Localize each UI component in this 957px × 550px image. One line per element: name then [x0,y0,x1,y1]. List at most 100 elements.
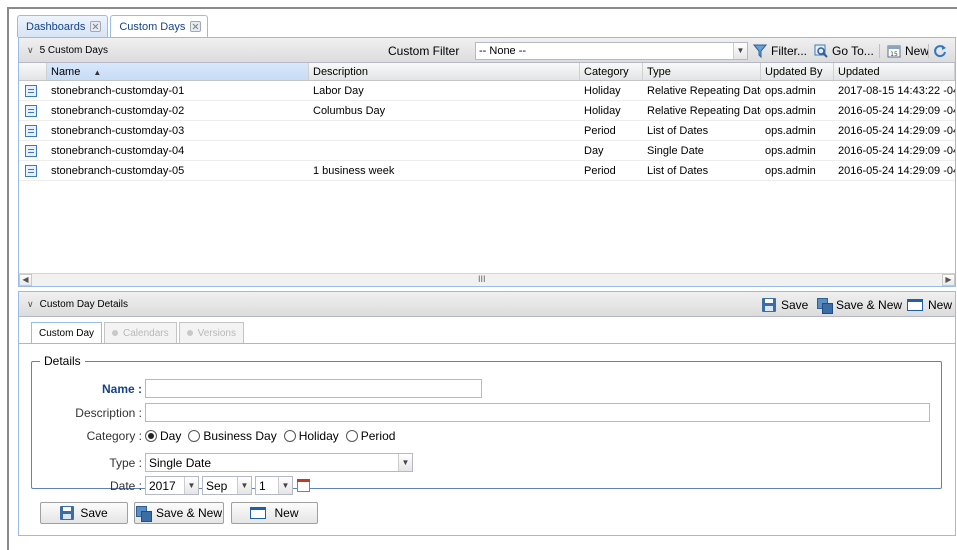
category-radio-day[interactable]: Day [145,429,181,443]
header-save-and-new-button[interactable]: Save & New [817,296,902,314]
table-row[interactable]: stonebranch-customday-05 1 business week… [19,161,955,181]
year-select[interactable]: 2017 ▼ [145,476,199,495]
description-row: Description : [32,403,930,422]
new-window-icon [907,299,923,311]
fieldset-legend: Details [44,354,81,368]
cell-name: stonebranch-customday-02 [51,104,185,117]
chevron-down-icon[interactable]: ▼ [733,43,747,59]
day-select[interactable]: 1 ▼ [255,476,293,495]
column-header-type[interactable]: Type [643,63,761,80]
goto-label: Go To... [832,44,874,58]
cell-category: Day [584,144,604,157]
table-row[interactable]: stonebranch-customday-01 Labor Day Holid… [19,81,955,101]
chevron-down-icon[interactable]: ▼ [237,477,251,494]
cell-updated: 2016-05-24 14:29:09 -0400 [838,144,955,157]
save-icon [60,506,75,520]
goto-button[interactable]: Go To... [814,42,874,60]
scroll-right-icon[interactable]: ▶ [942,274,955,286]
header-save-button[interactable]: Save [762,296,808,314]
column-header-category[interactable]: Category [580,63,643,80]
footer-save-and-new-button[interactable]: Save & New [134,502,224,524]
grid-title: 5 Custom Days [39,44,108,56]
chevron-down-icon[interactable]: ▼ [278,477,292,494]
refresh-button[interactable] [933,42,951,60]
name-row: Name : [32,379,482,398]
close-icon[interactable] [90,21,102,32]
details-title: Custom Day Details [39,298,128,310]
cell-name: stonebranch-customday-05 [51,164,185,177]
table-row[interactable]: stonebranch-customday-04 Day Single Date… [19,141,955,161]
chevron-down-icon[interactable]: ▼ [398,454,412,471]
record-icon [25,144,37,157]
custom-filter-select[interactable]: -- None -- ▼ [475,42,748,60]
cell-type: List of Dates [647,164,709,177]
details-panel-header: ∨ Custom Day Details Save Save & New New [19,292,955,317]
radio-icon [283,430,296,442]
scroll-left-icon[interactable]: ◀ [19,274,32,286]
category-radio-holiday[interactable]: Holiday [283,429,339,443]
table-row[interactable]: stonebranch-customday-03 Period List of … [19,121,955,141]
cell-category: Period [584,164,616,177]
cell-updated: 2016-05-24 14:29:09 -0400 [838,104,955,117]
collapse-chevron-icon[interactable]: ∨ [27,45,34,56]
tab-custom-days[interactable]: Custom Days [110,15,209,38]
record-icon [25,84,37,97]
custom-filter-value: -- None -- [479,45,527,57]
cell-updated: 2017-08-15 14:43:22 -0400 [838,84,955,97]
tab-calendars[interactable]: Calendars [104,322,177,343]
cell-name: stonebranch-customday-04 [51,144,185,157]
month-select[interactable]: Sep ▼ [202,476,252,495]
collapse-chevron-icon[interactable]: ∨ [27,299,34,310]
description-field[interactable] [145,403,930,422]
horizontal-scrollbar[interactable]: ◀ III ▶ [19,273,955,286]
column-header-description[interactable]: Description [309,63,580,80]
record-icon [25,104,37,117]
close-icon[interactable] [190,21,202,32]
type-row: Type : Single Date ▼ [32,453,413,472]
name-field[interactable] [145,379,482,398]
cell-type: Relative Repeating Date [647,104,761,117]
details-fieldset: Details Name : Description : Category : … [31,354,942,495]
tab-dashboards[interactable]: Dashboards [17,15,109,37]
magnifier-icon [814,44,828,58]
header-new-button[interactable]: New [907,296,952,314]
toolbar-separator [928,44,929,58]
column-header-updated[interactable]: Updated [834,63,955,80]
chevron-down-icon[interactable]: ▼ [184,477,198,494]
footer-new-button[interactable]: New [231,502,318,524]
tab-custom-day[interactable]: Custom Day [31,322,103,344]
custom-filter-label: Custom Filter [388,44,460,58]
cell-name: stonebranch-customday-03 [51,124,185,137]
custom-day-details-panel: ∨ Custom Day Details Save Save & New New… [18,291,956,536]
save-icon [762,298,776,312]
category-radio-business-day[interactable]: Business Day [188,429,277,443]
cell-updated-by: ops.admin [765,164,816,177]
footer-save-button[interactable]: Save [40,502,128,524]
scroll-grip[interactable]: III [478,274,486,284]
category-radio-period[interactable]: Period [345,429,395,443]
status-dot-icon [186,330,193,336]
cell-name: stonebranch-customday-01 [51,84,185,97]
column-header-updated-by[interactable]: Updated By [761,63,834,80]
tab-versions[interactable]: Versions [178,322,244,343]
new-button[interactable]: 15 New [887,42,929,60]
type-select[interactable]: Single Date ▼ [145,453,413,472]
main-tab-bar: Dashboards Custom Days [17,15,210,38]
record-icon [25,164,37,177]
cell-description: Columbus Day [313,104,386,117]
refresh-icon [933,44,947,58]
type-label: Type : [109,455,142,470]
funnel-icon [752,44,768,59]
table-row[interactable]: stonebranch-customday-02 Columbus Day Ho… [19,101,955,121]
cell-updated: 2016-05-24 14:29:09 -0400 [838,124,955,137]
column-header-name[interactable]: Name ▲ [47,63,309,80]
cell-type: Relative Repeating Date [647,84,761,97]
custom-days-grid-panel: ∨ 5 Custom Days Custom Filter -- None --… [18,37,956,287]
cell-description: 1 business week [313,164,395,177]
filter-button[interactable]: Filter... [752,42,807,60]
cell-type: List of Dates [647,124,709,137]
category-label: Category : [86,429,142,443]
date-row: Date : 2017 ▼ Sep ▼ 1 ▼ [32,476,310,495]
date-picker-calendar-icon[interactable] [297,479,310,492]
grid-body: stonebranch-customday-01 Labor Day Holid… [19,81,955,181]
